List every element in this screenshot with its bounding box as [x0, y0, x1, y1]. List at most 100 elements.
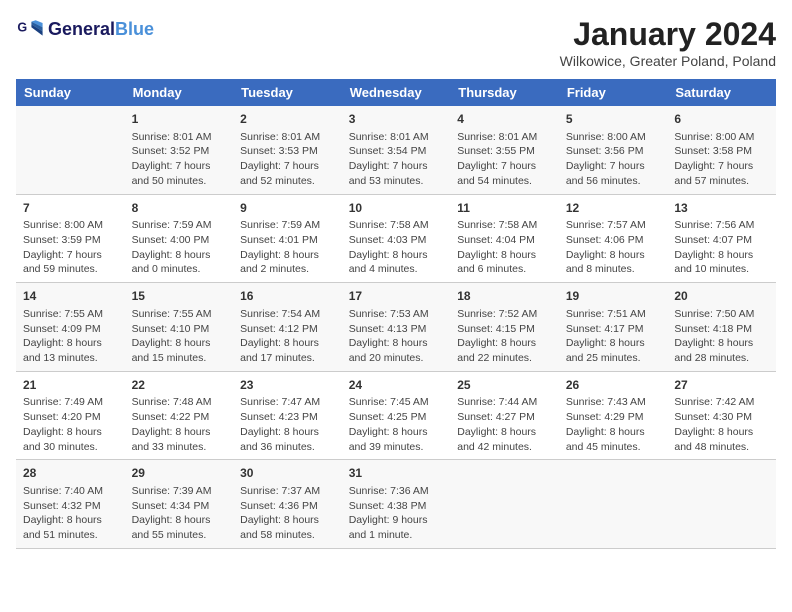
day-number: 31: [349, 465, 444, 482]
day-number: 17: [349, 288, 444, 305]
day-info: Sunrise: 7:55 AMSunset: 4:09 PMDaylight:…: [23, 307, 118, 366]
day-info: Sunrise: 7:37 AMSunset: 4:36 PMDaylight:…: [240, 484, 335, 543]
calendar-cell: 18 Sunrise: 7:52 AMSunset: 4:15 PMDayligh…: [450, 283, 559, 372]
day-number: 14: [23, 288, 118, 305]
calendar-cell: 5 Sunrise: 8:00 AMSunset: 3:56 PMDaylight…: [559, 106, 668, 194]
week-row-5: 28Sunrise: 7:40 AMSunset: 4:32 PMDayligh…: [16, 460, 776, 549]
calendar-cell: 16 Sunrise: 7:54 AMSunset: 4:12 PMDayligh…: [233, 283, 342, 372]
day-info: Sunrise: 7:39 AMSunset: 4:34 PMDaylight:…: [132, 484, 227, 543]
day-number: 12: [566, 200, 661, 217]
calendar-cell: 2 Sunrise: 8:01 AMSunset: 3:53 PMDaylight…: [233, 106, 342, 194]
calendar-table: SundayMondayTuesdayWednesdayThursdayFrid…: [16, 79, 776, 549]
day-number: 2: [240, 111, 335, 128]
header-saturday: Saturday: [667, 79, 776, 106]
calendar-cell: [450, 460, 559, 549]
day-info: Sunrise: 7:51 AMSunset: 4:17 PMDaylight:…: [566, 307, 661, 366]
calendar-cell: 23Sunrise: 7:47 AMSunset: 4:23 PMDayligh…: [233, 371, 342, 460]
day-info: Sunrise: 7:50 AMSunset: 4:18 PMDaylight:…: [674, 307, 769, 366]
calendar-cell: 29 Sunrise: 7:39 AMSunset: 4:34 PMDayligh…: [125, 460, 234, 549]
day-info: Sunrise: 7:56 AMSunset: 4:07 PMDaylight:…: [674, 218, 769, 277]
week-row-3: 14 Sunrise: 7:55 AMSunset: 4:09 PMDayligh…: [16, 283, 776, 372]
day-number: 15: [132, 288, 227, 305]
calendar-cell: 25Sunrise: 7:44 AMSunset: 4:27 PMDayligh…: [450, 371, 559, 460]
svg-text:G: G: [17, 20, 27, 34]
logo-text: GeneralBlue: [48, 20, 154, 40]
calendar-cell: 8Sunrise: 7:59 AMSunset: 4:00 PMDaylight…: [125, 194, 234, 283]
calendar-cell: 24Sunrise: 7:45 AMSunset: 4:25 PMDayligh…: [342, 371, 451, 460]
calendar-cell: 22Sunrise: 7:48 AMSunset: 4:22 PMDayligh…: [125, 371, 234, 460]
day-number: 24: [349, 377, 444, 394]
header-tuesday: Tuesday: [233, 79, 342, 106]
day-info: Sunrise: 7:57 AMSunset: 4:06 PMDaylight:…: [566, 218, 661, 277]
calendar-header-row: SundayMondayTuesdayWednesdayThursdayFrid…: [16, 79, 776, 106]
day-number: 21: [23, 377, 118, 394]
day-number: 23: [240, 377, 335, 394]
week-row-2: 7Sunrise: 8:00 AMSunset: 3:59 PMDaylight…: [16, 194, 776, 283]
location: Wilkowice, Greater Poland, Poland: [560, 53, 776, 69]
title-block: January 2024 Wilkowice, Greater Poland, …: [560, 16, 776, 69]
day-info: Sunrise: 7:58 AMSunset: 4:04 PMDaylight:…: [457, 218, 552, 277]
calendar-cell: 31 Sunrise: 7:36 AMSunset: 4:38 PMDayligh…: [342, 460, 451, 549]
calendar-cell: 10Sunrise: 7:58 AMSunset: 4:03 PMDayligh…: [342, 194, 451, 283]
calendar-cell: 26Sunrise: 7:43 AMSunset: 4:29 PMDayligh…: [559, 371, 668, 460]
day-info: Sunrise: 7:58 AMSunset: 4:03 PMDaylight:…: [349, 218, 444, 277]
day-info: Sunrise: 8:00 AMSunset: 3:59 PMDaylight:…: [23, 218, 118, 277]
day-info: Sunrise: 8:01 AMSunset: 3:54 PMDaylight:…: [349, 130, 444, 189]
header-wednesday: Wednesday: [342, 79, 451, 106]
day-number: 26: [566, 377, 661, 394]
calendar-cell: [16, 106, 125, 194]
day-info: Sunrise: 7:40 AMSunset: 4:32 PMDaylight:…: [23, 484, 118, 543]
logo: G GeneralBlue: [16, 16, 154, 44]
calendar-cell: 14 Sunrise: 7:55 AMSunset: 4:09 PMDayligh…: [16, 283, 125, 372]
page-header: G GeneralBlue January 2024 Wilkowice, Gr…: [16, 16, 776, 69]
day-number: 13: [674, 200, 769, 217]
day-number: 1: [132, 111, 227, 128]
day-number: 22: [132, 377, 227, 394]
week-row-4: 21Sunrise: 7:49 AMSunset: 4:20 PMDayligh…: [16, 371, 776, 460]
day-number: 5: [566, 111, 661, 128]
calendar-cell: 4Sunrise: 8:01 AMSunset: 3:55 PMDaylight…: [450, 106, 559, 194]
day-number: 30: [240, 465, 335, 482]
day-info: Sunrise: 8:01 AMSunset: 3:53 PMDaylight:…: [240, 130, 335, 189]
day-info: Sunrise: 7:54 AMSunset: 4:12 PMDaylight:…: [240, 307, 335, 366]
calendar-cell: [667, 460, 776, 549]
day-number: 29: [132, 465, 227, 482]
header-friday: Friday: [559, 79, 668, 106]
day-info: Sunrise: 7:36 AMSunset: 4:38 PMDaylight:…: [349, 484, 444, 543]
day-number: 4: [457, 111, 552, 128]
day-number: 6: [674, 111, 769, 128]
calendar-cell: 17 Sunrise: 7:53 AMSunset: 4:13 PMDayligh…: [342, 283, 451, 372]
calendar-cell: 3Sunrise: 8:01 AMSunset: 3:54 PMDaylight…: [342, 106, 451, 194]
calendar-cell: 6Sunrise: 8:00 AMSunset: 3:58 PMDaylight…: [667, 106, 776, 194]
calendar-cell: 28Sunrise: 7:40 AMSunset: 4:32 PMDayligh…: [16, 460, 125, 549]
day-number: 16: [240, 288, 335, 305]
day-info: Sunrise: 8:01 AMSunset: 3:52 PMDaylight:…: [132, 130, 227, 189]
calendar-cell: 19 Sunrise: 7:51 AMSunset: 4:17 PMDayligh…: [559, 283, 668, 372]
day-info: Sunrise: 7:49 AMSunset: 4:20 PMDaylight:…: [23, 395, 118, 454]
day-number: 19: [566, 288, 661, 305]
day-number: 9: [240, 200, 335, 217]
day-number: 11: [457, 200, 552, 217]
calendar-cell: 20Sunrise: 7:50 AMSunset: 4:18 PMDayligh…: [667, 283, 776, 372]
day-info: Sunrise: 7:53 AMSunset: 4:13 PMDaylight:…: [349, 307, 444, 366]
day-info: Sunrise: 7:55 AMSunset: 4:10 PMDaylight:…: [132, 307, 227, 366]
calendar-cell: 15 Sunrise: 7:55 AMSunset: 4:10 PMDayligh…: [125, 283, 234, 372]
calendar-cell: 7Sunrise: 8:00 AMSunset: 3:59 PMDaylight…: [16, 194, 125, 283]
day-info: Sunrise: 7:52 AMSunset: 4:15 PMDaylight:…: [457, 307, 552, 366]
calendar-cell: 1 Sunrise: 8:01 AMSunset: 3:52 PMDaylight…: [125, 106, 234, 194]
day-number: 7: [23, 200, 118, 217]
day-info: Sunrise: 7:48 AMSunset: 4:22 PMDaylight:…: [132, 395, 227, 454]
day-info: Sunrise: 7:42 AMSunset: 4:30 PMDaylight:…: [674, 395, 769, 454]
day-number: 25: [457, 377, 552, 394]
day-info: Sunrise: 7:47 AMSunset: 4:23 PMDaylight:…: [240, 395, 335, 454]
day-info: Sunrise: 7:44 AMSunset: 4:27 PMDaylight:…: [457, 395, 552, 454]
calendar-cell: [559, 460, 668, 549]
calendar-cell: 12Sunrise: 7:57 AMSunset: 4:06 PMDayligh…: [559, 194, 668, 283]
day-number: 18: [457, 288, 552, 305]
day-number: 8: [132, 200, 227, 217]
header-monday: Monday: [125, 79, 234, 106]
calendar-cell: 21Sunrise: 7:49 AMSunset: 4:20 PMDayligh…: [16, 371, 125, 460]
day-info: Sunrise: 8:00 AMSunset: 3:56 PMDaylight:…: [566, 130, 661, 189]
calendar-cell: 9Sunrise: 7:59 AMSunset: 4:01 PMDaylight…: [233, 194, 342, 283]
day-number: 10: [349, 200, 444, 217]
